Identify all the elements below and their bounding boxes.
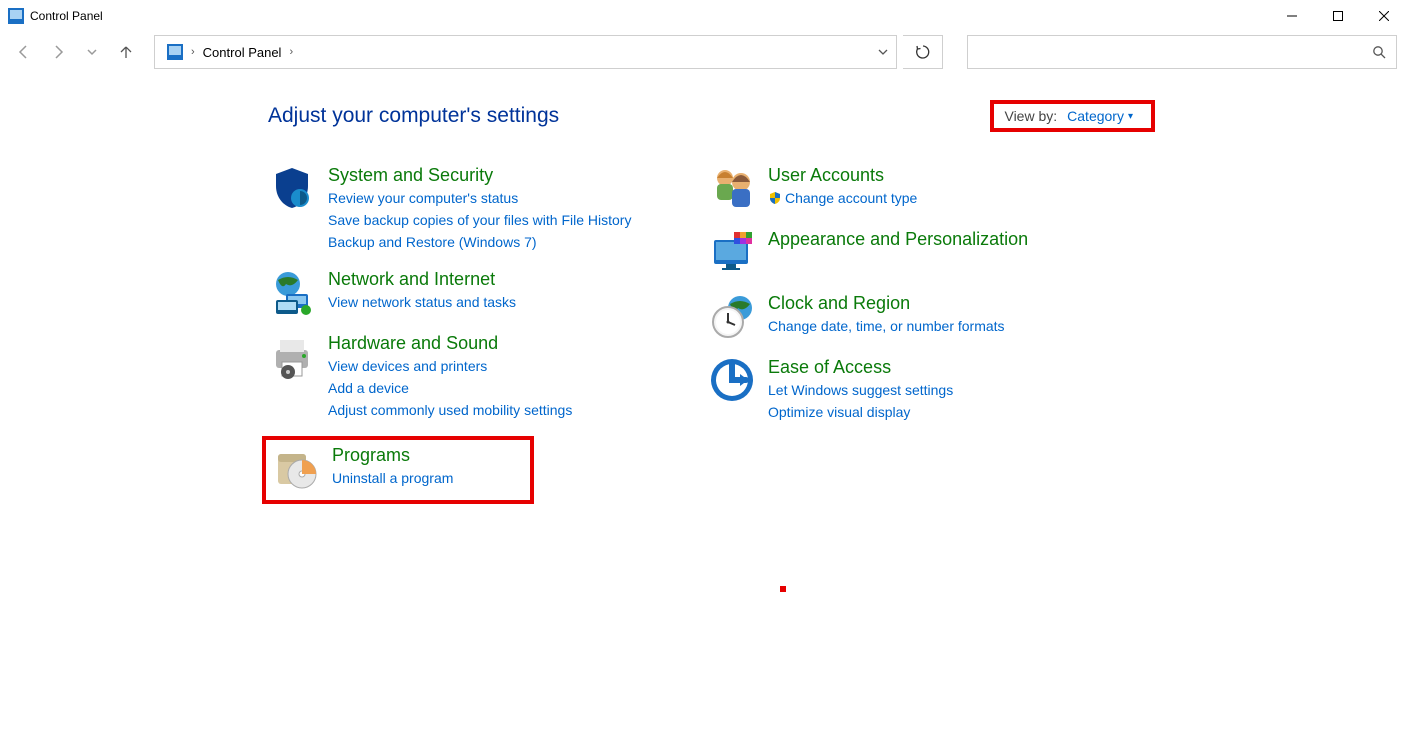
category-title[interactable]: Hardware and Sound <box>328 332 572 354</box>
breadcrumb-root-icon[interactable] <box>161 36 189 68</box>
highlight-programs: Programs Uninstall a program <box>262 436 534 504</box>
category-title[interactable]: User Accounts <box>768 164 917 186</box>
window-title: Control Panel <box>30 9 103 23</box>
category-link[interactable]: Save backup copies of your files with Fi… <box>328 210 631 230</box>
view-by-label: View by: <box>1004 108 1057 124</box>
clock-globe-icon <box>708 292 756 340</box>
category-title[interactable]: Clock and Region <box>768 292 1005 314</box>
programs-disc-icon <box>272 444 320 492</box>
globe-network-icon <box>268 268 316 316</box>
window-controls <box>1269 1 1407 31</box>
category-user-accounts: User Accounts Change account type <box>708 164 1088 212</box>
category-hardware-sound: Hardware and Sound View devices and prin… <box>268 332 668 420</box>
category-link[interactable]: Optimize visual display <box>768 402 953 422</box>
printer-icon <box>268 332 316 380</box>
maximize-button[interactable] <box>1315 1 1361 31</box>
category-system-security: System and Security Review your computer… <box>268 164 668 252</box>
search-input[interactable] <box>968 44 1362 61</box>
shield-icon <box>268 164 316 212</box>
page-title: Adjust your computer's settings <box>268 104 559 128</box>
category-network-internet: Network and Internet View network status… <box>268 268 668 316</box>
category-link[interactable]: View network status and tasks <box>328 292 516 312</box>
category-title[interactable]: Programs <box>332 444 453 466</box>
ease-of-access-icon <box>708 356 756 404</box>
control-panel-app-icon <box>8 8 24 24</box>
view-by-value[interactable]: Category <box>1067 108 1133 124</box>
recent-locations-button[interactable] <box>78 38 106 66</box>
category-link[interactable]: Add a device <box>328 378 572 398</box>
category-title[interactable]: Ease of Access <box>768 356 953 378</box>
category-title[interactable]: Network and Internet <box>328 268 516 290</box>
up-button[interactable] <box>112 38 140 66</box>
chevron-right-icon[interactable]: › <box>189 46 197 58</box>
category-link[interactable]: Change account type <box>768 188 917 208</box>
category-programs: Programs Uninstall a program <box>270 444 526 492</box>
category-link[interactable]: Review your computer's status <box>328 188 631 208</box>
category-title[interactable]: System and Security <box>328 164 631 186</box>
search-icon[interactable] <box>1362 36 1396 68</box>
category-link[interactable]: Backup and Restore (Windows 7) <box>328 232 631 252</box>
content-area: Adjust your computer's settings View by:… <box>0 72 1407 504</box>
titlebar: Control Panel <box>0 0 1407 32</box>
refresh-button[interactable] <box>903 35 943 69</box>
view-by-selector[interactable]: View by: Category <box>990 100 1155 132</box>
search-box[interactable] <box>967 35 1397 69</box>
close-button[interactable] <box>1361 1 1407 31</box>
back-button[interactable] <box>10 38 38 66</box>
categories-right-column: User Accounts Change account type <box>708 164 1088 504</box>
category-link[interactable]: Adjust commonly used mobility settings <box>328 400 572 420</box>
category-clock-region: Clock and Region Change date, time, or n… <box>708 292 1088 340</box>
uac-shield-icon <box>768 191 782 205</box>
category-link[interactable]: Uninstall a program <box>332 468 453 488</box>
category-title[interactable]: Appearance and Personalization <box>768 228 1028 250</box>
forward-button[interactable] <box>44 38 72 66</box>
breadcrumb-root[interactable]: Control Panel <box>197 36 288 68</box>
annotation-marker <box>780 586 786 592</box>
address-dropdown-button[interactable] <box>870 36 896 68</box>
minimize-button[interactable] <box>1269 1 1315 31</box>
chevron-right-icon[interactable]: › <box>287 46 295 58</box>
category-link-text: Change account type <box>785 190 917 206</box>
category-link[interactable]: Let Windows suggest settings <box>768 380 953 400</box>
category-link[interactable]: Change date, time, or number formats <box>768 316 1005 336</box>
categories-left-column: System and Security Review your computer… <box>268 164 668 504</box>
people-icon <box>708 164 756 212</box>
category-link[interactable]: View devices and printers <box>328 356 572 376</box>
category-appearance: Appearance and Personalization <box>708 228 1088 276</box>
monitor-colors-icon <box>708 228 756 276</box>
category-ease-of-access: Ease of Access Let Windows suggest setti… <box>708 356 1088 422</box>
address-bar[interactable]: › Control Panel › <box>154 35 897 69</box>
navigation-bar: › Control Panel › <box>0 32 1407 72</box>
